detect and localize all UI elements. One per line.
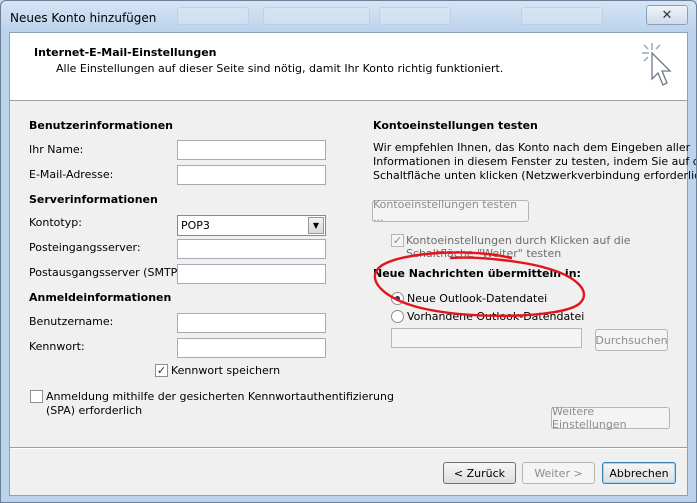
cancel-button[interactable]: Abbrechen bbox=[602, 462, 676, 484]
account-type-select[interactable]: POP3 ▼ bbox=[177, 215, 326, 236]
page-title: Internet-E-Mail-Einstellungen bbox=[34, 46, 217, 59]
spa-label-line1[interactable]: Anmeldung mithilfe der gesicherten Kennw… bbox=[46, 390, 394, 403]
chevron-down-icon[interactable]: ▼ bbox=[308, 217, 324, 234]
data-file-path-input[interactable] bbox=[392, 329, 581, 347]
cursor-click-icon bbox=[642, 43, 672, 86]
existing-data-file-label[interactable]: Vorhandene Outlook-Datendatei bbox=[407, 310, 584, 323]
username-input[interactable] bbox=[178, 314, 325, 332]
login-info-heading: Anmeldeinformationen bbox=[29, 291, 172, 304]
email-input[interactable] bbox=[178, 166, 325, 184]
back-button[interactable]: < Zurück bbox=[443, 462, 516, 484]
page-subtitle: Alle Einstellungen auf dieser Seite sind… bbox=[56, 62, 504, 75]
radio-new-data-file[interactable] bbox=[391, 292, 404, 305]
radio-selected-dot bbox=[395, 296, 400, 301]
server-info-heading: Serverinformationen bbox=[29, 193, 158, 206]
test-description-line1: Wir empfehlen Ihnen, das Konto nach dem … bbox=[373, 141, 691, 154]
new-data-file-label[interactable]: Neue Outlook-Datendatei bbox=[407, 292, 547, 305]
radio-existing-data-file[interactable] bbox=[391, 310, 404, 323]
name-label: Ihr Name: bbox=[29, 143, 84, 156]
username-field[interactable] bbox=[177, 313, 326, 333]
dialog-client-area: Internet-E-Mail-Einstellungen Alle Einst… bbox=[9, 32, 696, 496]
background-taskbar-ghost bbox=[521, 7, 603, 25]
checkmark-icon: ✓ bbox=[392, 234, 403, 247]
checkmark-icon: ✓ bbox=[156, 364, 167, 377]
email-label: E-Mail-Adresse: bbox=[29, 168, 114, 181]
outgoing-server-input[interactable] bbox=[178, 265, 325, 283]
window-title: Neues Konto hinzufügen bbox=[10, 11, 157, 25]
remember-password-label[interactable]: Kennwort speichern bbox=[171, 364, 280, 377]
auto-test-label-line1[interactable]: Kontoeinstellungen durch Klicken auf die bbox=[406, 234, 631, 247]
data-file-path-field[interactable] bbox=[391, 328, 582, 348]
test-description-line2: Informationen in diesem Fenster zu teste… bbox=[373, 155, 697, 168]
footer-divider bbox=[10, 447, 687, 449]
page-header: Internet-E-Mail-Einstellungen Alle Einst… bbox=[10, 33, 687, 101]
outgoing-server-label: Postausgangsserver (SMTP): bbox=[29, 266, 186, 279]
account-type-value: POP3 bbox=[181, 219, 210, 232]
password-field[interactable] bbox=[177, 338, 326, 358]
close-icon: ✕ bbox=[661, 7, 673, 23]
account-type-label: Kontotyp: bbox=[29, 216, 82, 229]
name-field[interactable] bbox=[177, 140, 326, 160]
more-settings-button[interactable]: Weitere Einstellungen bbox=[551, 405, 670, 431]
username-label: Benutzername: bbox=[29, 315, 114, 328]
incoming-server-field[interactable] bbox=[177, 239, 326, 259]
background-taskbar-ghost bbox=[379, 7, 451, 25]
spa-checkbox[interactable] bbox=[30, 390, 43, 403]
deliver-heading: Neue Nachrichten übermitteln in: bbox=[373, 267, 581, 280]
background-taskbar-ghost bbox=[263, 7, 370, 25]
remember-password-checkbox[interactable]: ✓ bbox=[155, 364, 168, 377]
test-account-settings-button[interactable]: Kontoeinstellungen testen ... bbox=[372, 198, 529, 224]
spa-label-line2[interactable]: (SPA) erforderlich bbox=[46, 404, 142, 417]
incoming-server-input[interactable] bbox=[178, 240, 325, 258]
password-input[interactable] bbox=[178, 339, 325, 357]
user-info-heading: Benutzerinformationen bbox=[29, 119, 174, 132]
next-button[interactable]: Weiter > bbox=[522, 462, 595, 484]
outgoing-server-field[interactable] bbox=[177, 264, 326, 284]
password-label: Kennwort: bbox=[29, 340, 85, 353]
background-taskbar-ghost bbox=[177, 7, 249, 25]
title-bar[interactable]: Neues Konto hinzufügen ✕ bbox=[1, 1, 696, 35]
incoming-server-label: Posteingangsserver: bbox=[29, 241, 141, 254]
dialog-window: Neues Konto hinzufügen ✕ Internet-E-Mail… bbox=[0, 0, 697, 503]
auto-test-checkbox[interactable]: ✓ bbox=[391, 234, 404, 247]
email-field[interactable] bbox=[177, 165, 326, 185]
close-button[interactable]: ✕ bbox=[646, 5, 688, 25]
test-settings-heading: Kontoeinstellungen testen bbox=[373, 119, 538, 132]
test-description-line3: Schaltfläche unten klicken (Netzwerkverb… bbox=[373, 169, 697, 182]
browse-button[interactable]: Durchsuchen bbox=[595, 329, 668, 351]
auto-test-label-line2[interactable]: Schaltfläche "Weiter" testen bbox=[406, 247, 561, 260]
name-input[interactable] bbox=[178, 141, 325, 159]
